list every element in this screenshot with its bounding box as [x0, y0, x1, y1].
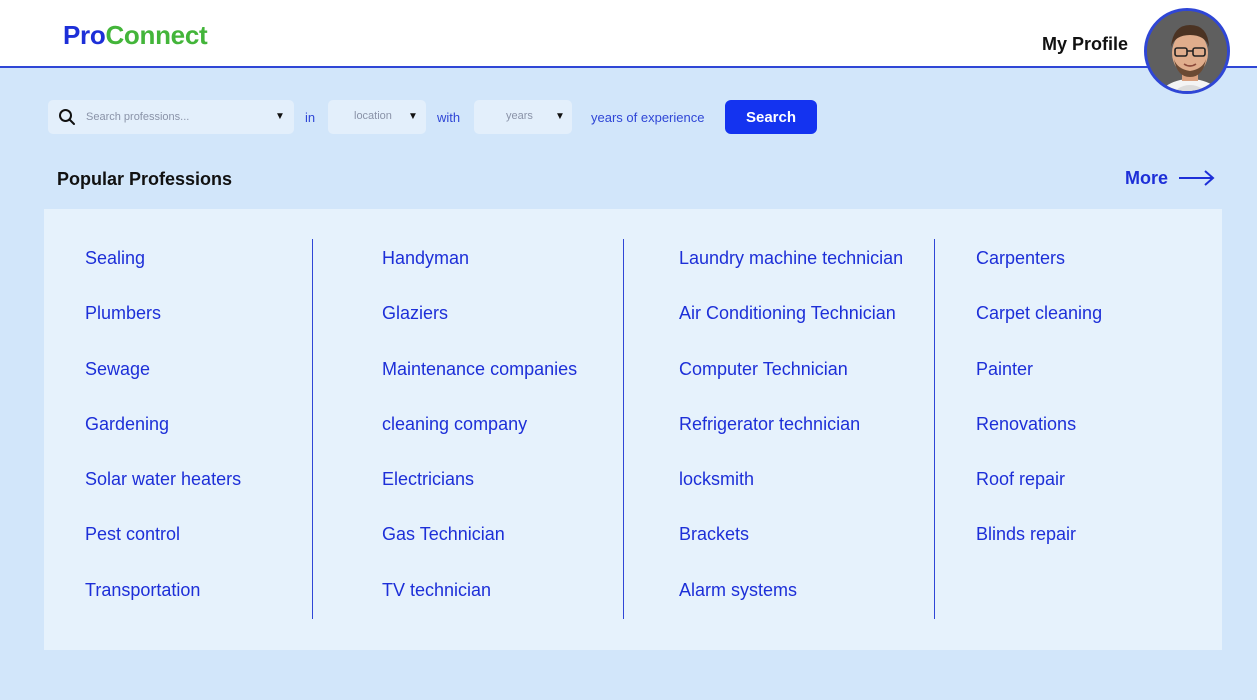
profession-link[interactable]: Sewage [85, 359, 241, 414]
professions-column-3: Laundry machine technician Air Condition… [679, 248, 903, 635]
professions-panel: Sealing Plumbers Sewage Gardening Solar … [44, 209, 1222, 650]
profession-link[interactable]: Painter [976, 359, 1102, 414]
profession-link[interactable]: Gardening [85, 414, 241, 469]
my-profile-link[interactable]: My Profile [1042, 34, 1128, 55]
experience-label: years of experience [591, 110, 705, 125]
column-divider [312, 239, 313, 619]
profession-link[interactable]: Blinds repair [976, 524, 1102, 579]
search-input[interactable] [86, 100, 266, 134]
logo-pro: Pro [63, 20, 106, 50]
profession-link[interactable]: Sealing [85, 248, 241, 303]
profession-link[interactable]: Plumbers [85, 303, 241, 358]
years-dropdown[interactable]: years ▼ [474, 100, 572, 134]
chevron-down-icon: ▼ [408, 111, 418, 122]
professions-column-2: Handyman Glaziers Maintenance companies … [382, 248, 577, 635]
profession-link[interactable]: Maintenance companies [382, 359, 577, 414]
profession-link[interactable]: Pest control [85, 524, 241, 579]
avatar-portrait-icon [1147, 11, 1227, 91]
column-divider [623, 239, 624, 619]
profession-link[interactable]: Transportation [85, 580, 241, 635]
profession-link[interactable]: Carpenters [976, 248, 1102, 303]
profession-link[interactable]: Renovations [976, 414, 1102, 469]
section-title: Popular Professions [57, 169, 233, 189]
arrow-right-icon[interactable] [1178, 168, 1216, 188]
column-divider [934, 239, 935, 619]
profession-link[interactable]: Carpet cleaning [976, 303, 1102, 358]
profession-link[interactable]: Roof repair [976, 469, 1102, 524]
profession-link[interactable]: Gas Technician [382, 524, 577, 579]
profession-link[interactable]: TV technician [382, 580, 577, 635]
profession-link[interactable]: Laundry machine technician [679, 248, 903, 303]
profession-link[interactable]: Brackets [679, 524, 903, 579]
profession-link[interactable]: locksmith [679, 469, 903, 524]
professions-column-1: Sealing Plumbers Sewage Gardening Solar … [85, 248, 241, 635]
profession-link[interactable]: Glaziers [382, 303, 577, 358]
search-icon [59, 109, 75, 125]
profession-link[interactable]: Solar water heaters [85, 469, 241, 524]
profession-link[interactable]: cleaning company [382, 414, 577, 469]
with-label: with [437, 110, 461, 125]
profession-link[interactable]: Air Conditioning Technician [679, 303, 903, 358]
logo-connect: Connect [105, 20, 208, 50]
profession-search[interactable]: ▼ [48, 100, 294, 134]
chevron-down-icon[interactable]: ▼ [275, 111, 285, 122]
chevron-down-icon: ▼ [555, 111, 565, 122]
top-header: ProConnect My Profile [0, 0, 1257, 68]
profession-link[interactable]: Handyman [382, 248, 577, 303]
profile-avatar[interactable] [1144, 8, 1230, 94]
professions-column-4: Carpenters Carpet cleaning Painter Renov… [976, 248, 1102, 580]
location-value: location [354, 110, 392, 122]
location-dropdown[interactable]: location ▼ [328, 100, 426, 134]
search-button[interactable]: Search [725, 100, 817, 134]
profession-link[interactable]: Electricians [382, 469, 577, 524]
years-value: years [506, 110, 533, 122]
more-link[interactable]: More [1125, 168, 1168, 189]
profession-link[interactable]: Computer Technician [679, 359, 903, 414]
profession-link[interactable]: Refrigerator technician [679, 414, 903, 469]
logo[interactable]: ProConnect [63, 20, 208, 51]
profession-link[interactable]: Alarm systems [679, 580, 903, 635]
in-label: in [305, 110, 316, 125]
